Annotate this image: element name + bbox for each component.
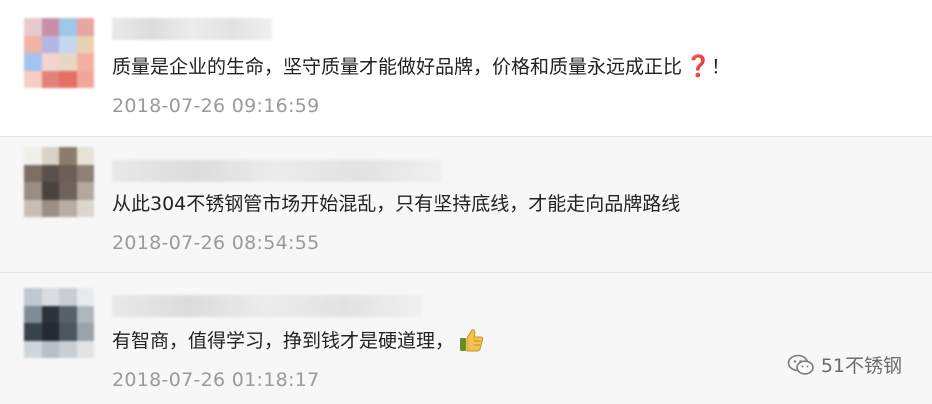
avatar-mosaic-cell bbox=[24, 340, 42, 358]
avatar-mosaic-cell bbox=[41, 18, 59, 36]
comment-item: 质量是企业的生命，坚守质量才能做好品牌，价格和质量永远成正比 ❓！ 2018-07… bbox=[0, 0, 932, 137]
avatar-mosaic-cell bbox=[59, 288, 77, 306]
avatar-mosaic-cell bbox=[41, 288, 59, 306]
avatar-mosaic-cell bbox=[59, 147, 77, 165]
avatar-mosaic-cell bbox=[76, 323, 94, 341]
avatar-mosaic-cell bbox=[24, 323, 42, 341]
avatar-mosaic-cell bbox=[41, 199, 59, 217]
avatar-mosaic-cell bbox=[76, 70, 94, 88]
avatar-mosaic-cell bbox=[76, 199, 94, 217]
avatar-mosaic-cell bbox=[59, 323, 77, 341]
avatar-mosaic-cell bbox=[41, 70, 59, 88]
avatar-mosaic-cell bbox=[59, 35, 77, 53]
blurred-username[interactable] bbox=[112, 160, 442, 182]
avatar-mosaic-cell bbox=[24, 182, 42, 200]
avatar-mosaic-cell bbox=[24, 288, 42, 306]
avatar-mosaic-cell bbox=[59, 53, 77, 71]
avatar-mosaic-cell bbox=[76, 305, 94, 323]
comment-item: 从此304不锈钢管市场开始混乱，只有坚持底线，才能走向品牌路线 2018-07-… bbox=[0, 137, 932, 273]
watermark-label: 51不锈钢 bbox=[820, 355, 902, 377]
thumbs-up-emoji-icon bbox=[458, 327, 484, 353]
avatar-mosaic-cell bbox=[24, 305, 42, 323]
avatar[interactable] bbox=[24, 147, 94, 217]
avatar-mosaic-cell bbox=[24, 18, 42, 36]
avatar-mosaic-cell bbox=[41, 305, 59, 323]
avatar-mosaic-cell bbox=[41, 164, 59, 182]
avatar-mosaic-cell bbox=[59, 164, 77, 182]
comment-timestamp: 2018-07-26 08:54:55 bbox=[112, 232, 320, 254]
wechat-icon bbox=[787, 353, 815, 377]
avatar-mosaic-cell bbox=[41, 53, 59, 71]
avatar-mosaic-cell bbox=[24, 53, 42, 71]
avatar-mosaic-cell bbox=[41, 147, 59, 165]
avatar-mosaic-cell bbox=[76, 288, 94, 306]
comment-text: 有智商，值得学习，挣到钱才是硬道理， bbox=[112, 328, 484, 355]
avatar-mosaic-cell bbox=[59, 305, 77, 323]
avatar[interactable] bbox=[24, 18, 94, 88]
comment-text: 质量是企业的生命，坚守质量才能做好品牌，价格和质量永远成正比 ❓！ bbox=[112, 53, 730, 80]
question-mark-emoji-icon: ❓ bbox=[685, 54, 712, 78]
avatar-mosaic-cell bbox=[76, 147, 94, 165]
avatar-mosaic-cell bbox=[24, 147, 42, 165]
comment-timestamp: 2018-07-26 01:18:17 bbox=[112, 369, 320, 391]
avatar-mosaic-cell bbox=[59, 182, 77, 200]
avatar-mosaic-cell bbox=[41, 323, 59, 341]
comment-timestamp: 2018-07-26 09:16:59 bbox=[112, 95, 320, 117]
avatar-mosaic-cell bbox=[24, 199, 42, 217]
comment-text: 从此304不锈钢管市场开始混乱，只有坚持底线，才能走向品牌路线 bbox=[112, 193, 681, 215]
avatar-mosaic-cell bbox=[76, 340, 94, 358]
avatar-mosaic-cell bbox=[59, 340, 77, 358]
avatar-mosaic-cell bbox=[41, 182, 59, 200]
blurred-username[interactable] bbox=[112, 18, 272, 40]
avatar-mosaic-cell bbox=[76, 35, 94, 53]
avatar-mosaic-cell bbox=[76, 164, 94, 182]
comment-text-body: 质量是企业的生命，坚守质量才能做好品牌，价格和质量永远成正比 bbox=[112, 56, 683, 78]
blurred-username[interactable] bbox=[112, 295, 422, 317]
comment-text-body: 有智商，值得学习，挣到钱才是硬道理， bbox=[112, 330, 455, 352]
avatar-mosaic-cell bbox=[76, 182, 94, 200]
avatar[interactable] bbox=[24, 288, 94, 358]
comment-text-trailing: ！ bbox=[711, 56, 731, 78]
avatar-mosaic-cell bbox=[59, 18, 77, 36]
avatar-mosaic-cell bbox=[59, 70, 77, 88]
avatar-mosaic-cell bbox=[59, 199, 77, 217]
avatar-mosaic-cell bbox=[41, 35, 59, 53]
avatar-mosaic-cell bbox=[24, 35, 42, 53]
watermark: 51不锈钢 bbox=[787, 351, 902, 378]
avatar-mosaic-cell bbox=[24, 164, 42, 182]
avatar-mosaic-cell bbox=[76, 18, 94, 36]
comment-item: 有智商，值得学习，挣到钱才是硬道理， 2018-07-26 01:18:17 bbox=[0, 273, 932, 404]
avatar-mosaic-cell bbox=[76, 53, 94, 71]
avatar-mosaic-cell bbox=[41, 340, 59, 358]
avatar-mosaic-cell bbox=[24, 70, 42, 88]
